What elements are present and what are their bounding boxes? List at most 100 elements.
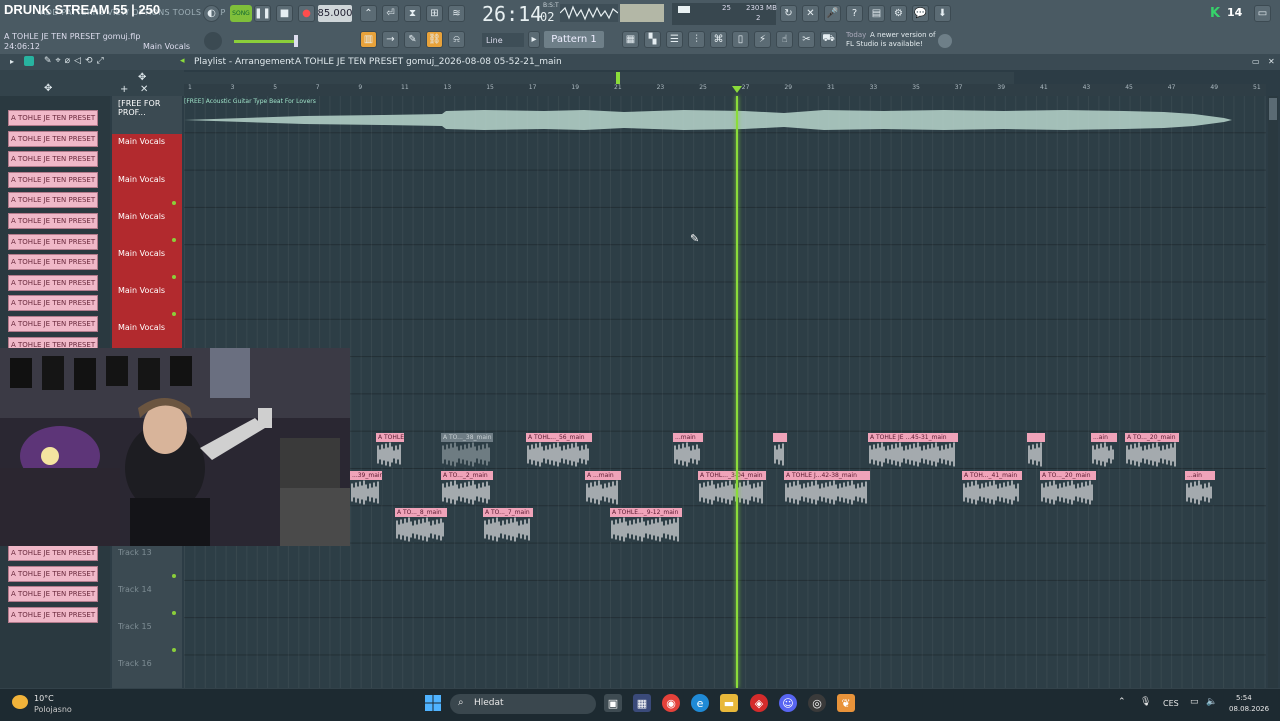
playlist-menu-icon[interactable]: ▸: [10, 57, 14, 66]
pattern-clip[interactable]: ...ain: [1185, 471, 1215, 505]
wrench-icon[interactable]: ✂: [798, 31, 815, 48]
track-led[interactable]: [172, 648, 176, 652]
fl-studio-icon[interactable]: ❦: [837, 694, 855, 712]
pattern-item[interactable]: A TOHLE JE TEN PRESET g: [8, 274, 98, 291]
task-view-icon[interactable]: ▣: [604, 694, 622, 712]
playlist-icon[interactable]: ▦: [622, 31, 639, 48]
main-pitch-knob[interactable]: [204, 32, 222, 50]
horizontal-overview[interactable]: [184, 72, 1014, 84]
vertical-scroll-thumb[interactable]: [1269, 98, 1277, 120]
input-language[interactable]: CES: [1163, 699, 1179, 708]
plugin-picker-icon[interactable]: ⚡: [754, 31, 771, 48]
help-icon[interactable]: ?: [846, 5, 863, 22]
blend-notes-icon[interactable]: ≋: [448, 5, 465, 22]
touch-icon[interactable]: ☝: [776, 31, 793, 48]
microphone-icon[interactable]: 🎤: [824, 5, 841, 22]
stamp-icon[interactable]: ⍾: [448, 31, 465, 48]
pattern-item[interactable]: A TOHLE JE TEN PRESET g: [8, 233, 98, 250]
master-volume-slider[interactable]: [234, 40, 298, 43]
volume-icon[interactable]: 🔈: [1206, 697, 1217, 707]
metronome-icon[interactable]: ⌃: [360, 5, 377, 22]
news-globe-icon[interactable]: [938, 34, 952, 48]
link-icon[interactable]: ⛓: [426, 31, 443, 48]
pattern-clip[interactable]: ...main: [673, 433, 703, 467]
obs-icon[interactable]: ◎: [808, 694, 826, 712]
channel-rack-icon[interactable]: ☰: [666, 31, 683, 48]
song-position-clock[interactable]: 26:14: [482, 2, 542, 26]
cart-icon[interactable]: ⛟: [820, 31, 837, 48]
close-icon[interactable]: ✕: [802, 5, 819, 22]
track-header-13[interactable]: Track 13: [112, 544, 182, 581]
move-icon[interactable]: ✥: [44, 83, 52, 94]
pattern-item[interactable]: A TOHLE JE TEN PRESET g: [8, 192, 98, 209]
pattern-clip[interactable]: ...ain: [1091, 433, 1117, 467]
audio-clip[interactable]: [FREE] Acoustic Guitar Type Beat For Lov…: [184, 98, 1232, 134]
track-led[interactable]: [172, 238, 176, 242]
pause-button[interactable]: ❚❚: [254, 5, 271, 22]
arrow-tool-icon[interactable]: →: [382, 31, 399, 48]
track-header-15[interactable]: Track 15: [112, 618, 182, 655]
news-message[interactable]: FL Studio is available!: [846, 40, 923, 48]
step-edit-icon[interactable]: ⊞: [426, 5, 443, 22]
minimize-icon[interactable]: ▭: [1254, 5, 1271, 22]
pattern-item[interactable]: A TOHLE JE TEN PRESET g: [8, 295, 98, 312]
tray-chevron-icon[interactable]: ⌃: [1118, 697, 1126, 707]
pattern-item[interactable]: A TOHLE JE TEN PRESET g: [8, 213, 98, 229]
chrome-icon[interactable]: ◉: [662, 694, 680, 712]
pattern-selector[interactable]: Pattern 1: [544, 31, 604, 48]
pattern-clip[interactable]: A TOH..._41_main: [962, 471, 1022, 505]
weather-description[interactable]: Polojasno: [34, 705, 72, 714]
playlist-minimize-icon[interactable]: ▭: [1252, 57, 1260, 66]
pattern-clip[interactable]: A TOHL..._3-04_main: [698, 471, 766, 505]
pattern-clip[interactable]: [1027, 433, 1045, 467]
recording-filter-icon[interactable]: ◐: [203, 5, 220, 22]
store-icon[interactable]: ▦: [633, 694, 651, 712]
close-track-icon[interactable]: ✕: [140, 84, 148, 95]
snap-mode-select[interactable]: Line: [482, 33, 524, 47]
pattern-clip[interactable]: A TO..._20_main: [1125, 433, 1179, 467]
plugin-icon[interactable]: ⌘: [710, 31, 727, 48]
snap-icon[interactable]: ▥: [360, 31, 377, 48]
wait-input-icon[interactable]: ⏎: [382, 5, 399, 22]
pattern-item[interactable]: A TOHLE JE TEN PRESET g: [8, 171, 98, 188]
windows-start-icon[interactable]: [424, 694, 442, 712]
track-header-3[interactable]: Main Vocals: [112, 171, 182, 208]
playlist-tools-icon[interactable]: ✎⌖⌀◁⟲⤢: [44, 56, 108, 66]
pattern-clip[interactable]: A TO..._2_main: [441, 471, 493, 505]
undo-history-icon[interactable]: ↻: [780, 5, 797, 22]
track-header-5[interactable]: Main Vocals: [112, 245, 182, 282]
pattern-item[interactable]: A TOHLE JE TEN PRESET g: [8, 606, 98, 623]
track-header-4[interactable]: Main Vocals: [112, 208, 182, 245]
draw-tool-icon[interactable]: ✎: [404, 31, 421, 48]
pattern-clip[interactable]: A TOHL..._56_main: [526, 433, 592, 467]
weather-temperature[interactable]: 10°C: [34, 694, 54, 703]
pattern-clip[interactable]: A TOHLE..._9-12_main: [610, 508, 682, 542]
pattern-clip[interactable]: A TOHLE JE ...45-31_main: [868, 433, 958, 467]
record-button[interactable]: ●: [298, 5, 315, 22]
pattern-prev-icon[interactable]: ▸: [528, 31, 540, 48]
piano-roll-icon[interactable]: ▚: [644, 31, 661, 48]
track-header-2[interactable]: Main Vocals: [112, 134, 182, 171]
countdown-icon[interactable]: ⧗: [404, 5, 421, 22]
timeline-ruler[interactable]: 1 3 5 7 9 11 13 15 17 19 21 23 25 27 29 31 33 35 37 39 41 43 4…: [184, 84, 1266, 96]
master-volume-handle[interactable]: [294, 35, 298, 47]
song-mode-button[interactable]: SONG: [230, 5, 252, 22]
pattern-item[interactable]: A TOHLE JE TEN PRESET g: [8, 565, 98, 582]
pattern-item[interactable]: A TOHLE JE TEN PRESET g: [8, 545, 98, 561]
pattern-item[interactable]: A TOHLE JE TEN PRESET g: [8, 130, 98, 147]
pattern-clip[interactable]: A TOHLE JE ...ain: [376, 433, 404, 467]
search-placeholder[interactable]: Hledat: [474, 698, 504, 708]
pattern-item[interactable]: A TOHLE JE TEN PRESET g: [8, 254, 98, 271]
pattern-item[interactable]: A TOHLE JE TEN PRESET g: [8, 151, 98, 168]
track-header-16[interactable]: Track 16: [112, 655, 182, 688]
chat-icon[interactable]: 💬: [912, 5, 929, 22]
save-icon[interactable]: ▤: [868, 5, 885, 22]
weather-icon[interactable]: [12, 695, 28, 709]
plus-icon[interactable]: +: [120, 84, 128, 95]
system-time[interactable]: 5:54: [1236, 694, 1252, 702]
pattern-item[interactable]: A TOHLE JE TEN PRESET g: [8, 316, 98, 332]
pattern-clip[interactable]: [773, 433, 787, 467]
add-track-icon[interactable]: ✥: [138, 72, 146, 83]
download-icon[interactable]: ⬇: [934, 5, 951, 22]
taskbar-search[interactable]: [450, 694, 596, 714]
